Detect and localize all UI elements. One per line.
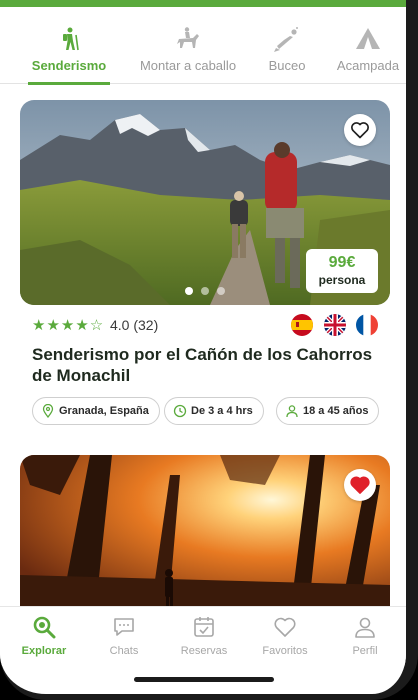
tab-acampada[interactable]: Acampada xyxy=(334,24,402,84)
activity-photo[interactable]: 99€ persona xyxy=(20,100,390,305)
person-icon xyxy=(286,405,298,418)
category-tabs: Senderismo Montar a caballo Buceo Acampa… xyxy=(0,24,406,85)
ages-text: 18 a 45 años xyxy=(303,405,369,417)
diver-icon xyxy=(274,27,298,52)
spanish-flag-icon xyxy=(291,314,314,336)
activity-title[interactable]: Senderismo por el Cañón de los Cahorros … xyxy=(32,344,382,386)
duration-chip: De 3 a 4 hrs xyxy=(164,397,264,425)
app-screen: Senderismo Montar a caballo Buceo Acampa… xyxy=(0,0,418,700)
horse-rider-icon xyxy=(177,27,199,48)
tab-label: Buceo xyxy=(268,58,306,73)
price-value: 99€ xyxy=(328,254,356,271)
price-unit: persona xyxy=(318,273,366,287)
favorite-button[interactable] xyxy=(344,469,376,501)
french-flag-icon xyxy=(356,314,378,336)
carousel-dot[interactable] xyxy=(185,287,193,295)
location-text: Granada, España xyxy=(59,405,149,417)
nav-favoritos[interactable]: Favoritos xyxy=(250,615,320,663)
location-chip: Granada, España xyxy=(32,397,160,425)
star-rating: ★★★★☆ xyxy=(32,317,105,334)
nav-label: Chats xyxy=(109,645,139,657)
tab-senderismo[interactable]: Senderismo xyxy=(28,24,110,85)
search-icon xyxy=(33,616,56,639)
activity-details: Granada, España De 3 a 4 hrs 18 a 45 año… xyxy=(32,397,382,425)
tab-label: Acampada xyxy=(336,58,400,73)
activity-photo[interactable] xyxy=(20,455,390,615)
duration-text: De 3 a 4 hrs xyxy=(191,405,253,417)
hiker-icon xyxy=(63,27,79,51)
activity-card[interactable]: 99€ persona ★★★★☆ 4.0 (32) Senderismo po… xyxy=(20,100,390,425)
nav-label: Perfil xyxy=(352,645,378,657)
clock-icon xyxy=(173,404,187,418)
heart-filled-icon xyxy=(350,476,370,494)
tab-label: Montar a caballo xyxy=(139,58,237,73)
nav-reservas[interactable]: Reservas xyxy=(169,615,239,663)
tent-icon xyxy=(356,28,380,49)
carousel-dot[interactable] xyxy=(201,287,209,295)
carousel-dots xyxy=(185,287,227,295)
heart-icon xyxy=(274,617,296,637)
rating-value: 4.0 (32) xyxy=(110,317,159,333)
chat-icon xyxy=(114,618,134,636)
activity-card[interactable] xyxy=(20,455,390,615)
tab-label: Senderismo xyxy=(31,58,107,73)
tab-buceo[interactable]: Buceo xyxy=(264,24,310,84)
carousel-dot[interactable] xyxy=(217,287,225,295)
nav-explorar[interactable]: Explorar xyxy=(9,615,79,663)
home-indicator[interactable] xyxy=(134,677,274,682)
nav-label: Reservas xyxy=(180,645,228,657)
uk-flag-icon xyxy=(323,314,346,336)
tab-montar-a-caballo[interactable]: Montar a caballo xyxy=(136,24,240,84)
nav-chats[interactable]: Chats xyxy=(89,615,159,663)
location-pin-icon xyxy=(42,404,54,418)
favorite-button[interactable] xyxy=(344,114,376,146)
nav-perfil[interactable]: Perfil xyxy=(330,615,400,663)
nav-label: Explorar xyxy=(21,645,67,657)
rating-row: ★★★★☆ 4.0 (32) xyxy=(32,314,378,336)
calendar-check-icon xyxy=(194,617,214,637)
heart-outline-icon xyxy=(351,122,369,139)
bottom-navigation: Explorar Chats Reservas Favoritos Perfil xyxy=(0,606,406,666)
user-icon xyxy=(355,617,375,638)
status-strip xyxy=(0,0,406,7)
price-tag: 99€ persona xyxy=(306,249,378,293)
forest-sunset-photo xyxy=(20,455,390,615)
ages-chip: 18 a 45 años xyxy=(276,397,380,425)
language-flags xyxy=(285,314,378,336)
nav-label: Favoritos xyxy=(262,645,308,657)
